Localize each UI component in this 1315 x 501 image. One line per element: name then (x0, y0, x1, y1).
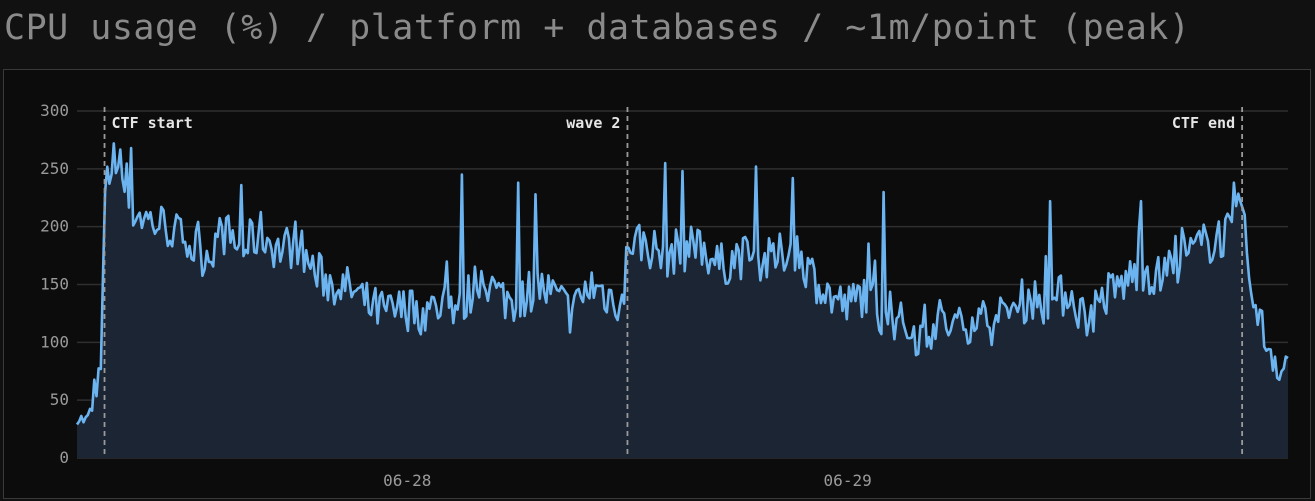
x-tick-label: 06-28 (383, 471, 431, 490)
annotation-label: CTF start (112, 114, 193, 132)
y-tick-label: 100 (40, 332, 69, 351)
y-tick-label: 0 (59, 448, 69, 467)
y-axis: 0 50 100 150 200 250 300 (40, 101, 69, 467)
y-tick-label: 250 (40, 159, 69, 178)
chart-title: CPU usage (%) / platform + databases / ~… (4, 8, 1191, 48)
x-axis: 06-28 06-29 (383, 471, 872, 490)
y-tick-label: 50 (50, 390, 69, 409)
cpu-usage-chart: 0 50 100 150 200 250 300 06-28 06-29 CTF start w… (40, 101, 1289, 490)
chart-panel: 0 50 100 150 200 250 300 06-28 06-29 CTF start w… (3, 69, 1311, 499)
annotation-label: CTF end (1172, 114, 1235, 132)
annotation-label: wave 2 (566, 114, 620, 132)
y-tick-label: 300 (40, 101, 69, 120)
y-tick-label: 200 (40, 217, 69, 236)
y-tick-label: 150 (40, 275, 69, 294)
x-tick-label: 06-29 (824, 471, 872, 490)
